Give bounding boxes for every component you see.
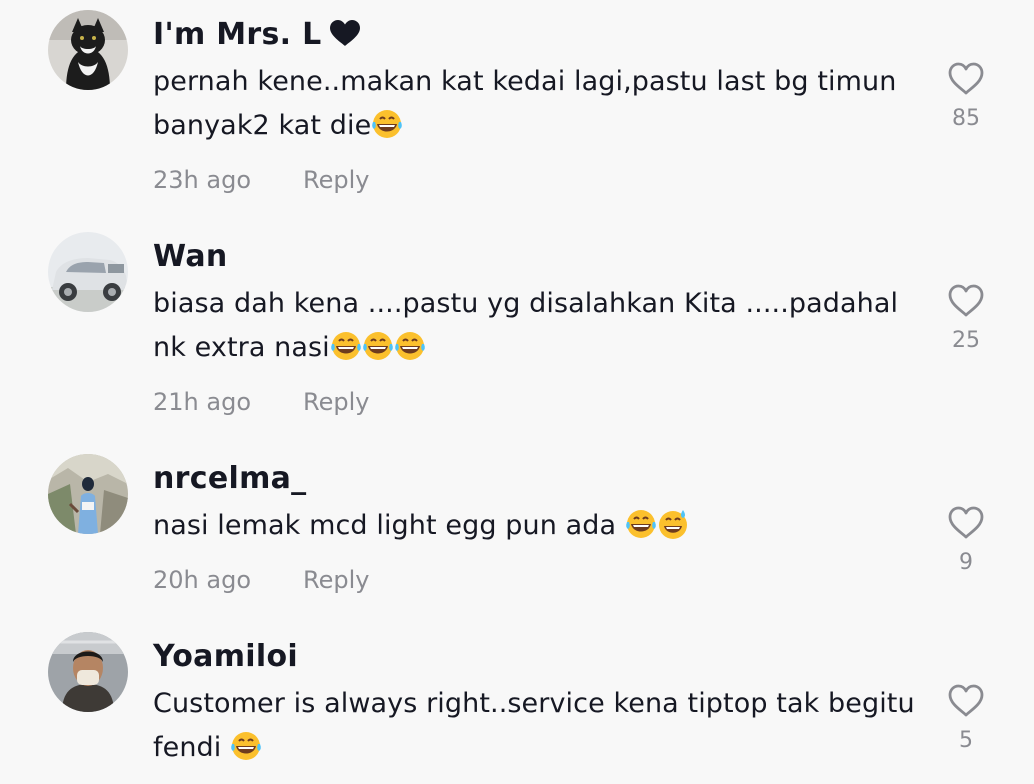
joy-emoji-icon: [362, 332, 393, 360]
reply-button[interactable]: Reply: [303, 386, 369, 418]
joy-emoji-icon: [626, 510, 656, 538]
comment-body: biasa dah kena ....pastu yg disalahkan K…: [153, 288, 899, 363]
comment-text: Customer is always right..service kena t…: [153, 682, 923, 770]
timestamp: 20h ago: [153, 566, 252, 594]
reply-button[interactable]: Reply: [303, 564, 369, 596]
joy-emoji-icon: [330, 332, 361, 360]
comment-body: nasi lemak mcd light egg pun ada: [153, 510, 625, 541]
comment-text: pernah kene..makan kat kedai lagi,pastu …: [153, 60, 923, 148]
sweat-smile-emoji-icon: [658, 510, 687, 539]
username[interactable]: Yoamiloi: [153, 637, 298, 677]
joy-emoji-icon: [372, 110, 403, 138]
reply-button[interactable]: Reply: [303, 164, 369, 196]
username[interactable]: Wan: [153, 237, 228, 277]
like-control[interactable]: 85: [940, 60, 992, 132]
like-control[interactable]: 9: [940, 504, 992, 576]
username-text: I'm Mrs. L: [153, 17, 322, 52]
avatar[interactable]: [48, 632, 128, 712]
like-heart-icon[interactable]: [947, 504, 985, 542]
like-count: 85: [952, 106, 980, 131]
timestamp: 23h ago: [153, 166, 252, 194]
comment-body: Customer is always right..service kena t…: [153, 688, 915, 763]
comment-text: nasi lemak mcd light egg pun ada: [153, 504, 923, 548]
like-count: 9: [959, 550, 973, 575]
comment-meta: 20h ago Reply: [153, 564, 369, 596]
like-heart-icon[interactable]: [947, 282, 985, 320]
username-text: Yoamiloi: [153, 639, 298, 674]
joy-emoji-icon: [394, 332, 425, 360]
like-heart-icon[interactable]: [947, 60, 985, 98]
username-text: nrcelma_: [153, 461, 307, 496]
like-heart-icon[interactable]: [947, 682, 985, 720]
avatar[interactable]: [48, 454, 128, 534]
like-control[interactable]: 5: [940, 682, 992, 754]
like-control[interactable]: 25: [940, 282, 992, 354]
like-count: 5: [959, 728, 973, 753]
avatar[interactable]: [48, 232, 128, 312]
username[interactable]: I'm Mrs. L: [153, 15, 362, 58]
username-text: Wan: [153, 239, 228, 274]
comment-meta: 21h ago Reply: [153, 386, 369, 418]
comment-body: pernah kene..makan kat kedai lagi,pastu …: [153, 66, 897, 141]
joy-emoji-icon: [231, 732, 261, 760]
like-count: 25: [952, 328, 980, 353]
heart-icon: [328, 18, 362, 58]
username[interactable]: nrcelma_: [153, 459, 306, 499]
comment-meta: 23h ago Reply: [153, 164, 369, 196]
comment-text: biasa dah kena ....pastu yg disalahkan K…: [153, 282, 923, 370]
avatar[interactable]: [48, 10, 128, 90]
timestamp: 21h ago: [153, 388, 252, 416]
